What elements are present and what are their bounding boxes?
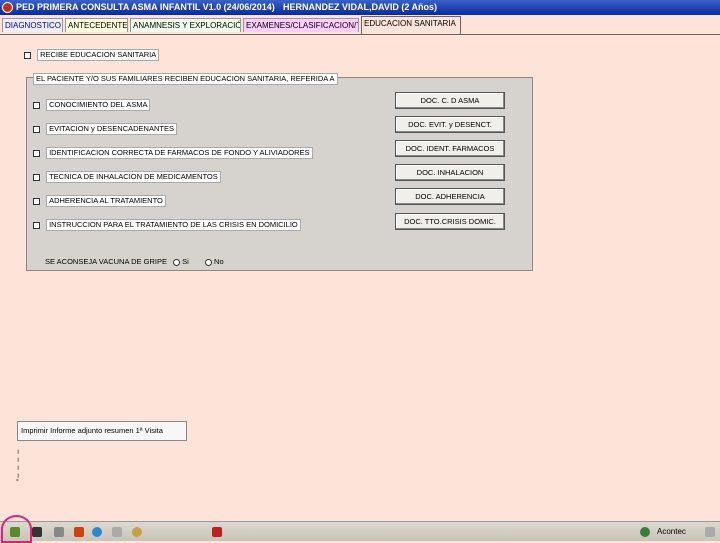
receive-education-row: RECIBE EDUCACION SANITARIA	[24, 49, 160, 61]
title-bar: PED PRIMERA CONSULTA ASMA INFANTIL V1.0 …	[0, 0, 720, 15]
folder-icon[interactable]	[54, 527, 64, 537]
window-title: PED PRIMERA CONSULTA ASMA INFANTIL V1.0 …	[16, 2, 275, 12]
doc-inhalacion-button[interactable]: DOC. INHALACION	[395, 164, 505, 181]
education-item-label: ADHERENCIA AL TRATAMIENTO	[46, 195, 166, 207]
app-icon[interactable]	[112, 527, 122, 537]
education-item-label: IDENTIFICACION CORRECTA DE FARMACOS DE F…	[46, 147, 313, 159]
highlight-circle	[1, 515, 32, 543]
flu-vaccine-no-radio[interactable]	[204, 258, 212, 266]
tray-icon[interactable]	[705, 527, 715, 537]
education-item-label: TECNICA DE INHALACION DE MEDICAMENTOS	[46, 171, 221, 183]
doc-asma-button[interactable]: DOC. C. D ASMA	[395, 92, 505, 109]
media-icon[interactable]	[132, 527, 142, 537]
education-item-label: EVITACION y DESENCADENANTES	[46, 123, 177, 135]
education-item: INSTRUCCION PARA EL TRATAMIENTO DE LAS C…	[33, 219, 301, 231]
flu-vaccine-question: SE ACONSEJA VACUNA DE GRIPE	[45, 257, 167, 266]
tray-text: Acontec	[657, 527, 686, 536]
doc-farmacos-button[interactable]: DOC. IDENT. FARMACOS	[395, 140, 505, 157]
tab-educacion-sanitaria[interactable]: EDUCACION SANITARIA	[361, 16, 461, 34]
education-item-checkbox[interactable]	[33, 173, 40, 181]
flu-vaccine-row: SE ACONSEJA VACUNA DE GRIPE Si No	[45, 257, 224, 266]
education-item: ADHERENCIA AL TRATAMIENTO	[33, 195, 166, 207]
taskbar: Acontec	[0, 521, 720, 541]
doc-crisis-button[interactable]: DOC. TTO.CRISIS DOMIC.	[395, 213, 505, 230]
flu-vaccine-yes-radio[interactable]	[173, 258, 181, 266]
tab-anamnesis[interactable]: ANAMNESIS Y EXPLORACIÓN	[130, 18, 241, 32]
tab-diagnostico[interactable]: DIAGNOSTICO	[2, 18, 63, 32]
doc-adherencia-button[interactable]: DOC. ADHERENCIA	[395, 188, 505, 205]
education-item: CONOCIMIENTO DEL ASMA	[33, 99, 151, 111]
education-item: IDENTIFICACION CORRECTA DE FARMACOS DE F…	[33, 147, 313, 159]
flu-vaccine-yes-label: Si	[182, 257, 189, 266]
tab-bar: DIAGNOSTICO ANTECEDENTES ANAMNESIS Y EXP…	[0, 16, 720, 34]
education-item-checkbox[interactable]	[33, 101, 40, 109]
education-item-checkbox[interactable]	[33, 149, 40, 157]
browser-icon[interactable]	[92, 527, 102, 537]
tray-network-icon[interactable]	[640, 527, 650, 537]
education-item-checkbox[interactable]	[33, 221, 40, 229]
education-item: TECNICA DE INHALACION DE MEDICAMENTOS	[33, 171, 221, 183]
app-logo-icon	[2, 2, 13, 13]
pdf-icon[interactable]	[212, 527, 222, 537]
education-item: EVITACION y DESENCADENANTES	[33, 123, 177, 135]
patient-name: HERNANDEZ VIDAL,DAVID (2 Años)	[283, 2, 438, 12]
education-item-checkbox[interactable]	[33, 125, 40, 133]
receive-education-checkbox[interactable]	[24, 51, 31, 59]
education-group: EL PACIENTE Y/O SUS FAMILIARES RECIBEN E…	[26, 73, 533, 271]
receive-education-label: RECIBE EDUCACION SANITARIA	[37, 49, 160, 61]
tab-antecedentes[interactable]: ANTECEDENTES	[65, 18, 128, 32]
tab-examenes[interactable]: EXAMENES/CLASIFICACION/TR	[243, 18, 359, 32]
print-report-box[interactable]: Imprimir Informe adjunto resumen 1ª Visi…	[17, 421, 187, 441]
decorative-marks: ╷ ╷ ╷ ╷ °	[16, 447, 21, 486]
tab-content: RECIBE EDUCACION SANITARIA EL PACIENTE Y…	[0, 34, 720, 521]
doc-evitacion-button[interactable]: DOC. EVIT. y DESENCT.	[395, 116, 505, 133]
education-group-title: EL PACIENTE Y/O SUS FAMILIARES RECIBEN E…	[33, 73, 338, 85]
flu-vaccine-no-label: No	[214, 257, 224, 266]
print-report-label: Imprimir Informe adjunto resumen 1ª Visi…	[21, 426, 163, 435]
office-icon[interactable]	[74, 527, 84, 537]
education-item-checkbox[interactable]	[33, 197, 40, 205]
education-item-label: CONOCIMIENTO DEL ASMA	[46, 99, 151, 111]
education-item-label: INSTRUCCION PARA EL TRATAMIENTO DE LAS C…	[46, 219, 301, 231]
terminal-icon[interactable]	[32, 527, 42, 537]
